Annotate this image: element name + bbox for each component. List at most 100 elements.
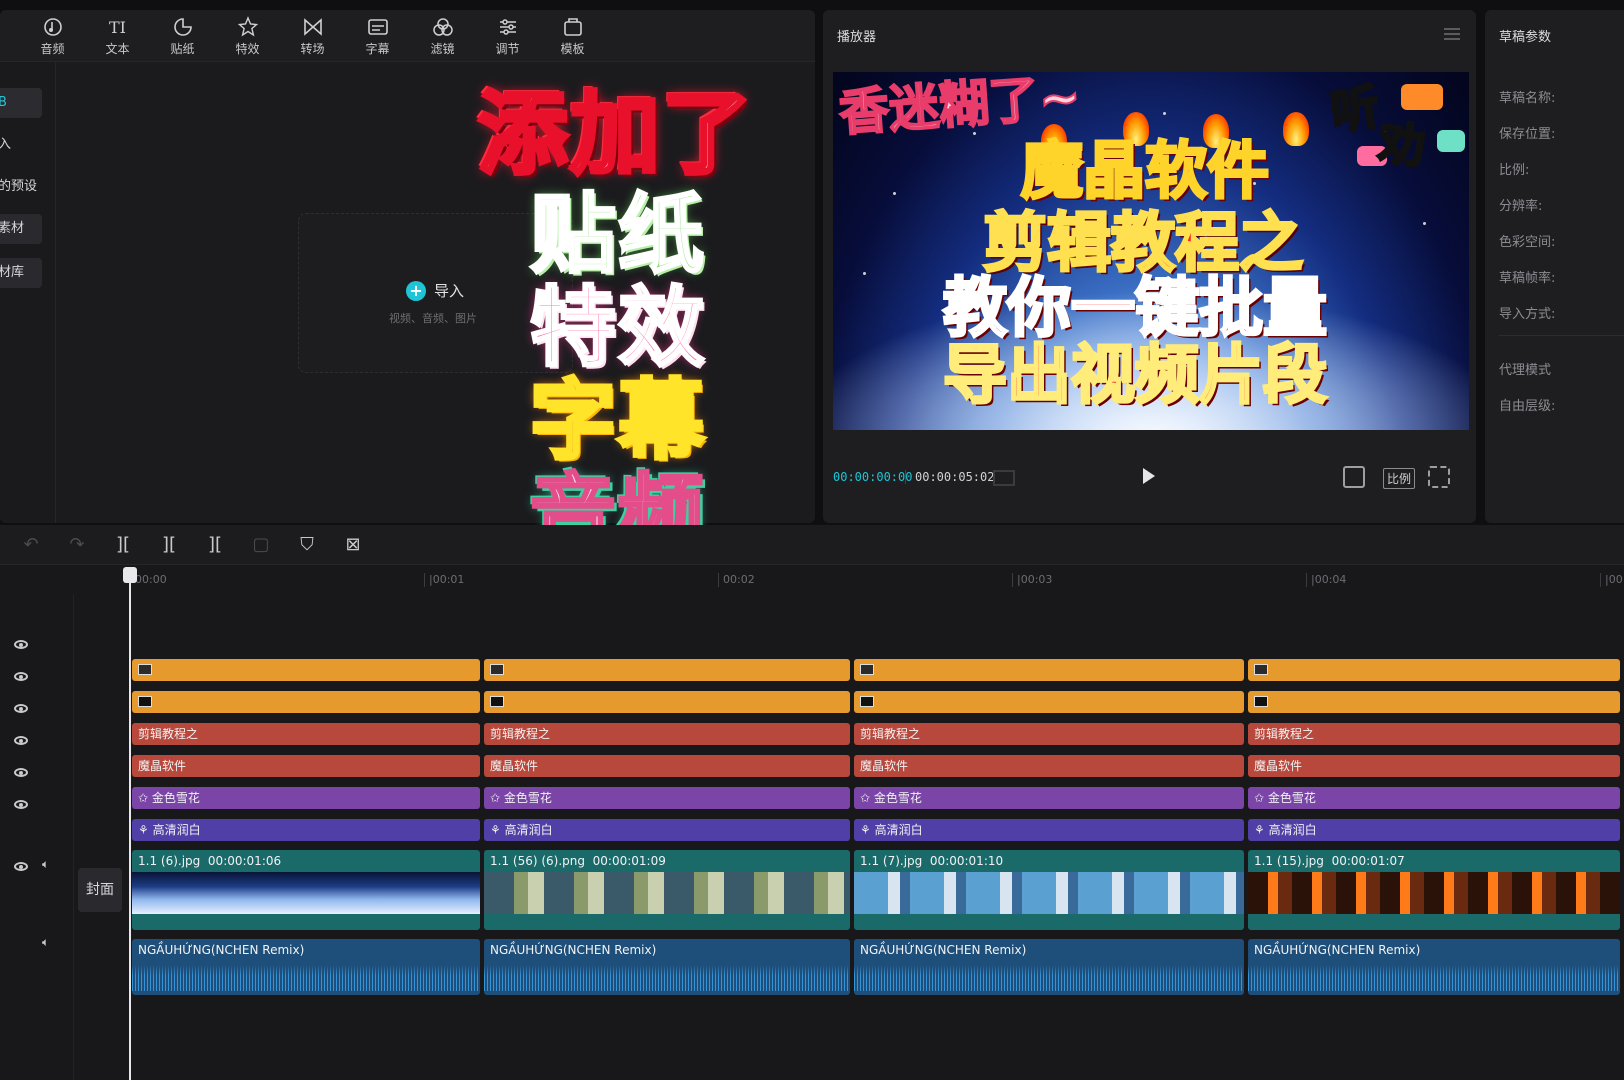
eye-icon[interactable] bbox=[14, 704, 28, 713]
trim-left-icon[interactable]: ][ bbox=[158, 534, 180, 556]
sidebar-item-library[interactable]: 材库 bbox=[0, 258, 42, 288]
tool-audio[interactable]: 音频 bbox=[20, 10, 85, 62]
undo-icon[interactable]: ↶ bbox=[20, 534, 42, 556]
video-clip-name: 1.1 (6).jpg bbox=[138, 854, 201, 868]
audio-clip[interactable]: NGẦUHỨNG(NCHEN Remix) bbox=[1248, 939, 1620, 995]
sidebar-item-0[interactable]: B bbox=[0, 88, 42, 118]
time-ruler[interactable]: 00:00 |00:01 00:02 |00:03 |00:04 |00:0 bbox=[130, 565, 1624, 595]
ratio-button[interactable]: 比例 bbox=[1383, 468, 1416, 489]
effect-clip[interactable]: ✩ 金色雪花 bbox=[854, 787, 1244, 809]
effect-clip[interactable]: ✩ 金色雪花 bbox=[1248, 787, 1620, 809]
draft-params-panel: 草稿参数 草稿名称: 保存位置: 比例: 分辨率: 色彩空间: 草稿帧率: 导入… bbox=[1485, 10, 1624, 523]
text-clip[interactable]: 剪辑教程之 bbox=[132, 723, 480, 745]
effects-icon bbox=[237, 15, 258, 37]
marker-icon[interactable]: ⛉ bbox=[296, 534, 318, 556]
effect-clip[interactable]: ✩ 金色雪花 bbox=[132, 787, 480, 809]
text-clip[interactable]: 剪辑教程之 bbox=[484, 723, 850, 745]
filter-clip[interactable]: ⚘ 高清润白 bbox=[132, 819, 480, 841]
audio-clip[interactable]: NGẦUHỨNG(NCHEN Remix) bbox=[132, 939, 480, 995]
tool-template[interactable]: 模板 bbox=[540, 10, 605, 62]
sidebar-item-materials[interactable]: 素材 bbox=[0, 214, 42, 244]
tool-template-label: 模板 bbox=[560, 41, 585, 56]
import-button[interactable]: + 导入 bbox=[406, 280, 464, 301]
eye-icon[interactable] bbox=[14, 862, 28, 871]
text-clip[interactable]: 魔晶软件 bbox=[1248, 755, 1620, 777]
text-clip[interactable]: 魔晶软件 bbox=[132, 755, 480, 777]
delete-icon[interactable]: ▢ bbox=[250, 534, 272, 556]
effect-clip[interactable]: ✩ 金色雪花 bbox=[484, 787, 850, 809]
text-clip[interactable]: 剪辑教程之 bbox=[854, 723, 1244, 745]
filter-clip[interactable]: ⚘ 高清润白 bbox=[484, 819, 850, 841]
video-clip[interactable]: 1.1 (56) (6).png 00:00:01:09 bbox=[484, 850, 850, 930]
playhead[interactable] bbox=[123, 567, 137, 1080]
sticker-clip[interactable] bbox=[484, 691, 850, 713]
player-title: 播放器 bbox=[837, 30, 877, 45]
text-clip[interactable]: 魔晶软件 bbox=[854, 755, 1244, 777]
preview-text-4: 导出视频片段 bbox=[942, 339, 1329, 413]
filter-clip-label: 高清润白 bbox=[1268, 823, 1317, 837]
sidebar-item-1[interactable]: 入 bbox=[0, 130, 42, 160]
eye-icon[interactable] bbox=[14, 672, 28, 681]
speaker-icon[interactable]: 🔈︎ bbox=[42, 935, 49, 950]
audio-waveform bbox=[1248, 965, 1620, 991]
tool-text[interactable]: TI 文本 bbox=[85, 10, 150, 62]
play-button[interactable] bbox=[1143, 468, 1155, 484]
video-clip[interactable]: 1.1 (7).jpg 00:00:01:10 bbox=[854, 850, 1244, 930]
video-thumbnails bbox=[854, 872, 1244, 914]
timecode-divider bbox=[905, 470, 906, 484]
eye-icon[interactable] bbox=[14, 640, 28, 649]
video-clip-duration: 00:00:01:09 bbox=[592, 854, 666, 868]
sticker-clip[interactable] bbox=[484, 659, 850, 681]
fullscreen-icon[interactable] bbox=[1428, 466, 1450, 488]
filter-clip[interactable]: ⚘ 高清润白 bbox=[1248, 819, 1620, 841]
filter-clip[interactable]: ⚘ 高清润白 bbox=[854, 819, 1244, 841]
preview-text-5: 听 bbox=[1326, 77, 1384, 142]
video-clip[interactable]: 1.1 (15).jpg 00:00:01:07 bbox=[1248, 850, 1620, 930]
preview-screen[interactable]: 香迷糊了~ 魔晶软件 剪辑教程之 教你一键批量 导出视频片段 听 劝 bbox=[833, 72, 1469, 430]
top-toolbar: 音频 TI 文本 贴纸 特效 转场 字幕 滤镜 调节 模板 bbox=[0, 10, 815, 62]
eye-icon[interactable] bbox=[14, 800, 28, 809]
cover-button[interactable]: 封面 bbox=[78, 868, 122, 912]
sticker-icon bbox=[173, 17, 192, 36]
tool-subtitle[interactable]: 字幕 bbox=[345, 10, 410, 62]
sticker-clip[interactable] bbox=[1248, 659, 1620, 681]
preview-text-6: 劝 bbox=[1375, 114, 1429, 176]
audio-waveform bbox=[484, 965, 850, 991]
timeline-toolbar: ↶ ↷ ][ ][ ][ ▢ ⛉ ⊠ bbox=[0, 525, 1624, 565]
tool-sticker[interactable]: 贴纸 bbox=[150, 10, 215, 62]
tool-filter[interactable]: 滤镜 bbox=[410, 10, 475, 62]
eye-icon[interactable] bbox=[14, 768, 28, 777]
trim-right-icon[interactable]: ][ bbox=[204, 534, 226, 556]
text-clip[interactable]: 魔晶软件 bbox=[484, 755, 850, 777]
sticker-clip[interactable] bbox=[854, 659, 1244, 681]
eye-icon[interactable] bbox=[14, 736, 28, 745]
text-track-2: 魔晶软件 魔晶软件 魔晶软件 魔晶软件 bbox=[132, 755, 1620, 777]
split-icon[interactable]: ][ bbox=[112, 534, 134, 556]
audio-clip[interactable]: NGẦUHỨNG(NCHEN Remix) bbox=[854, 939, 1244, 995]
sticker-clip[interactable] bbox=[1248, 691, 1620, 713]
template-icon bbox=[563, 17, 582, 36]
tool-sticker-label: 贴纸 bbox=[170, 41, 195, 56]
menu-icon[interactable] bbox=[1444, 28, 1460, 40]
audio-clip-label: NGẦUHỨNG(NCHEN Remix) bbox=[860, 943, 1027, 957]
tool-effects-label: 特效 bbox=[235, 41, 260, 56]
audio-clip-label: NGẦUHỨNG(NCHEN Remix) bbox=[138, 943, 305, 957]
fit-screen-icon[interactable] bbox=[1343, 466, 1365, 488]
tool-transition[interactable]: 转场 bbox=[280, 10, 345, 62]
redo-icon[interactable]: ↷ bbox=[66, 534, 88, 556]
sticker-clip[interactable] bbox=[132, 659, 480, 681]
effect-clip-label: 金色雪花 bbox=[503, 791, 552, 805]
preview-text-3: 教你一键批量 bbox=[942, 272, 1329, 346]
freeze-frame-icon[interactable]: ⊠ bbox=[342, 534, 364, 556]
tool-adjust[interactable]: 调节 bbox=[475, 10, 540, 62]
sticker-clip[interactable] bbox=[854, 691, 1244, 713]
video-clip[interactable]: 1.1 (6).jpg 00:00:01:06 bbox=[132, 850, 480, 930]
speaker-icon[interactable]: 🔈︎ bbox=[42, 857, 49, 872]
text-clip[interactable]: 剪辑教程之 bbox=[1248, 723, 1620, 745]
audio-clip-label: NGẦUHỨNG(NCHEN Remix) bbox=[490, 943, 657, 957]
sticker-clip[interactable] bbox=[132, 691, 480, 713]
tool-effects[interactable]: 特效 bbox=[215, 10, 280, 62]
audio-clip[interactable]: NGẦUHỨNG(NCHEN Remix) bbox=[484, 939, 850, 995]
sidebar-item-presets[interactable]: 的预设 bbox=[0, 172, 42, 202]
frame-grid-icon[interactable] bbox=[993, 470, 1015, 486]
